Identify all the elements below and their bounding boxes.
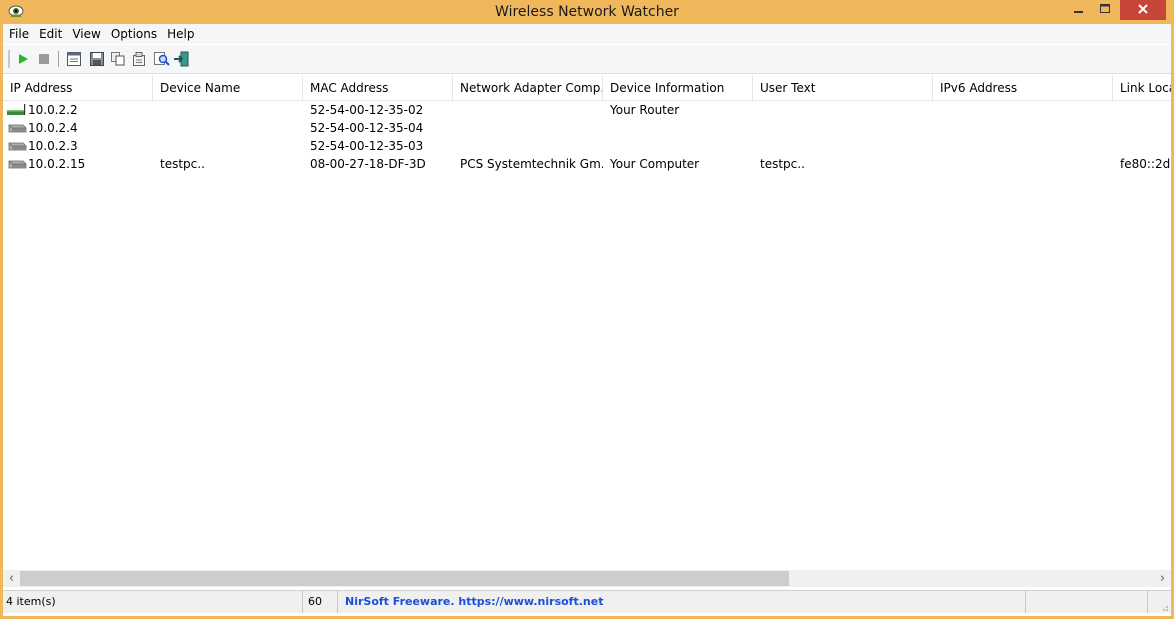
resize-grip-icon[interactable] bbox=[1148, 591, 1171, 613]
column-header-device-information[interactable]: Device Information bbox=[603, 76, 753, 100]
ipv6-address bbox=[933, 155, 1113, 173]
title-bar: Wireless Network Watcher bbox=[0, 0, 1174, 24]
adapter-company: PCS Systemtechnik Gm... bbox=[460, 157, 603, 171]
copy-icon[interactable] bbox=[110, 51, 126, 67]
scroll-left-icon[interactable]: ‹ bbox=[3, 570, 20, 587]
status-panel-empty bbox=[1026, 591, 1148, 613]
table-row[interactable]: 10.0.2.4 52-54-00-12-35-04 bbox=[3, 119, 1171, 137]
device-icon bbox=[8, 142, 27, 151]
device-information: Your Router bbox=[610, 103, 680, 117]
link-local-address bbox=[1113, 119, 1171, 137]
maximize-icon bbox=[1100, 3, 1110, 17]
user-text bbox=[753, 101, 933, 119]
mac-address: 08-00-27-18-DF-3D bbox=[310, 157, 426, 171]
client-area: File Edit View Options Help IP Address D… bbox=[3, 24, 1171, 616]
stop-icon[interactable] bbox=[36, 51, 52, 67]
column-header-device-name[interactable]: Device Name bbox=[153, 76, 303, 100]
adapter-company bbox=[453, 101, 603, 119]
user-text bbox=[753, 119, 933, 137]
list-header: IP Address Device Name MAC Address Netwo… bbox=[3, 76, 1171, 101]
link-local-address: fe80::2d3 bbox=[1120, 157, 1171, 171]
nirsoft-link[interactable]: NirSoft Freeware. https://www.nirsoft.ne… bbox=[338, 591, 1026, 613]
device-icon bbox=[8, 124, 27, 133]
status-bar: 4 item(s) 60 NirSoft Freeware. https://w… bbox=[3, 590, 1171, 613]
ipv6-address bbox=[933, 101, 1113, 119]
horizontal-scrollbar[interactable]: ‹ › bbox=[3, 570, 1171, 587]
mac-address: 52-54-00-12-35-02 bbox=[310, 103, 424, 117]
user-text: testpc.. bbox=[760, 157, 805, 171]
minimize-icon bbox=[1074, 3, 1084, 17]
toolbar bbox=[3, 45, 1171, 74]
column-header-ip-address[interactable]: IP Address bbox=[3, 76, 153, 100]
status-item-count: 4 item(s) bbox=[3, 591, 303, 613]
ip-address: 10.0.2.2 bbox=[28, 103, 78, 117]
ipv6-address bbox=[933, 119, 1113, 137]
menu-help[interactable]: Help bbox=[162, 24, 199, 44]
device-icon bbox=[8, 160, 27, 169]
mac-address: 52-54-00-12-35-04 bbox=[310, 121, 424, 135]
menu-file[interactable]: File bbox=[3, 24, 34, 44]
maximize-button[interactable] bbox=[1092, 0, 1118, 20]
play-icon[interactable] bbox=[15, 51, 31, 67]
close-icon bbox=[1138, 3, 1148, 17]
user-text bbox=[753, 137, 933, 155]
router-icon bbox=[7, 104, 26, 115]
device-name bbox=[153, 137, 303, 155]
adapter-company bbox=[453, 119, 603, 137]
device-information: Your Computer bbox=[610, 157, 700, 171]
link-local-address bbox=[1113, 101, 1171, 119]
ip-address: 10.0.2.3 bbox=[28, 139, 78, 153]
scroll-right-icon[interactable]: › bbox=[1154, 570, 1171, 587]
column-header-link-local[interactable]: Link Loca bbox=[1113, 76, 1171, 100]
device-list[interactable]: IP Address Device Name MAC Address Netwo… bbox=[3, 76, 1171, 570]
properties-icon[interactable] bbox=[131, 51, 147, 67]
close-button[interactable] bbox=[1120, 0, 1166, 20]
column-header-network-adapter-company[interactable]: Network Adapter Comp... bbox=[453, 76, 603, 100]
device-name bbox=[153, 119, 303, 137]
menu-view[interactable]: View bbox=[67, 24, 105, 44]
column-header-ipv6-address[interactable]: IPv6 Address bbox=[933, 76, 1113, 100]
save-icon[interactable] bbox=[89, 51, 105, 67]
menu-edit[interactable]: Edit bbox=[34, 24, 67, 44]
adapter-company bbox=[453, 137, 603, 155]
device-name bbox=[153, 101, 303, 119]
find-icon[interactable] bbox=[154, 51, 170, 67]
column-header-user-text[interactable]: User Text bbox=[753, 76, 933, 100]
toolbar-separator bbox=[58, 51, 59, 67]
link-local-address bbox=[1113, 137, 1171, 155]
menu-options[interactable]: Options bbox=[106, 24, 162, 44]
column-header-mac-address[interactable]: MAC Address bbox=[303, 76, 453, 100]
device-information bbox=[603, 119, 753, 137]
window-title: Wireless Network Watcher bbox=[495, 4, 679, 20]
ip-address: 10.0.2.4 bbox=[28, 121, 78, 135]
ipv6-address bbox=[933, 137, 1113, 155]
table-row[interactable]: 10.0.2.2 52-54-00-12-35-02 Your Router bbox=[3, 101, 1171, 119]
mac-address: 52-54-00-12-35-03 bbox=[310, 139, 424, 153]
device-information bbox=[603, 137, 753, 155]
status-value: 60 bbox=[303, 591, 338, 613]
ip-address: 10.0.2.15 bbox=[28, 157, 86, 171]
scrollbar-thumb[interactable] bbox=[20, 571, 789, 586]
menu-bar: File Edit View Options Help bbox=[3, 24, 1171, 44]
exit-icon[interactable] bbox=[173, 51, 189, 67]
minimize-button[interactable] bbox=[1066, 0, 1092, 20]
html-report-icon[interactable] bbox=[66, 51, 82, 67]
toolbar-grip bbox=[8, 50, 10, 68]
table-row[interactable]: 10.0.2.15 testpc.. 08-00-27-18-DF-3D PCS… bbox=[3, 155, 1171, 173]
device-name: testpc.. bbox=[160, 157, 205, 171]
table-row[interactable]: 10.0.2.3 52-54-00-12-35-03 bbox=[3, 137, 1171, 155]
